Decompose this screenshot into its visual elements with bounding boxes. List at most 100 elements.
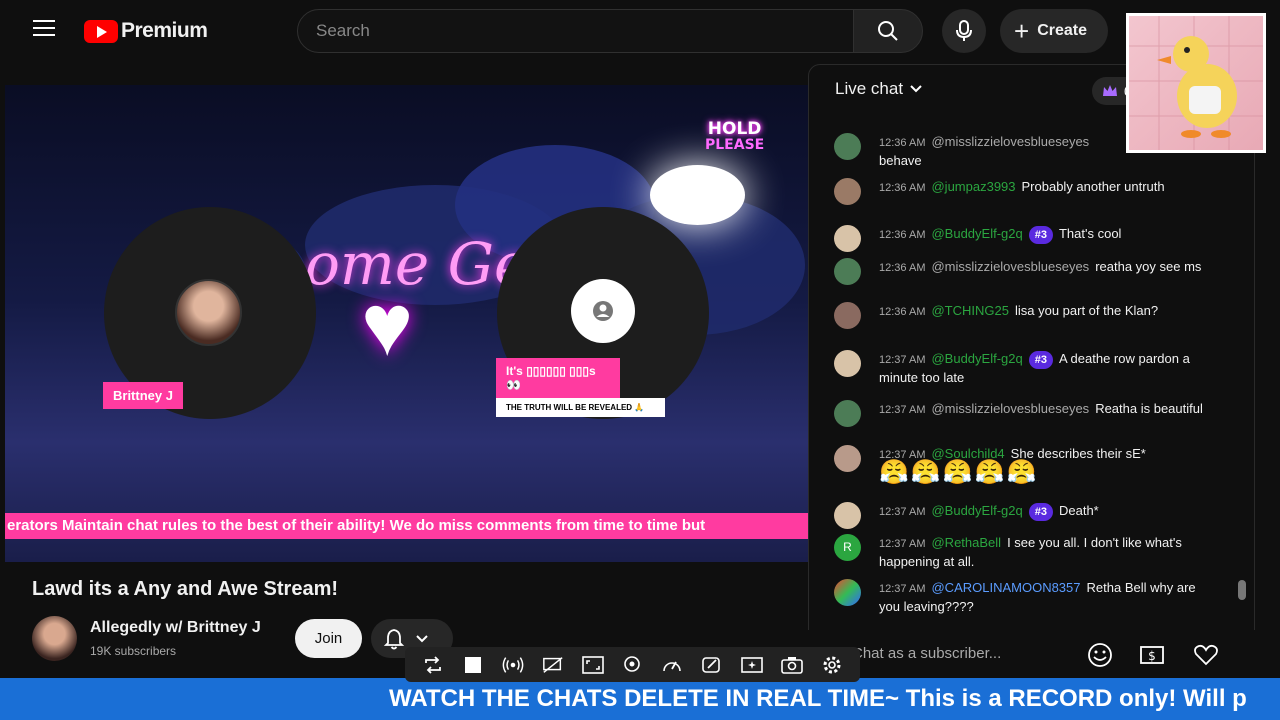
message-author[interactable]: @misslizzielovesblueseyes xyxy=(931,401,1089,416)
avatar xyxy=(834,178,861,205)
settings-gear-icon[interactable] xyxy=(821,654,843,676)
message-author[interactable]: @CAROLINAMOON8357 xyxy=(931,580,1080,595)
video-ticker: erators Maintain chat rules to the best … xyxy=(5,513,808,539)
chat-message: 12:37 AM @BuddyElf-g2q #3 A deathe row pard… xyxy=(834,350,1204,387)
super-chat-icon[interactable]: $ xyxy=(1139,642,1165,668)
chat-scrollbar[interactable] xyxy=(1238,580,1246,600)
chat-message: 12:37 AM @misslizzielovesblueseyes Reatha … xyxy=(834,400,1204,427)
message-author[interactable]: @jumpaz3993 xyxy=(931,179,1015,194)
member-badge: #3 xyxy=(1028,351,1053,369)
draw-icon[interactable] xyxy=(701,654,723,676)
message-time: 12:36 AM xyxy=(879,182,926,194)
top-bar: Premium Search + Create xyxy=(0,0,1280,64)
create-label: Create xyxy=(1037,22,1087,39)
recording-toolbar xyxy=(405,647,860,682)
message-author[interactable]: @BuddyElf-g2q xyxy=(931,351,1022,366)
chat-message: 12:36 AM @misslizzielovesblueseyes reatha … xyxy=(834,258,1204,285)
message-time: 12:37 AM xyxy=(879,538,926,550)
voice-search-button[interactable] xyxy=(942,9,986,53)
crown-icon xyxy=(1103,85,1117,96)
screen-off-icon[interactable] xyxy=(542,654,564,676)
live-chat-title: Live chat xyxy=(835,79,904,98)
message-author[interactable]: @BuddyElf-g2q xyxy=(931,503,1022,518)
emoji-icon[interactable] xyxy=(1087,642,1113,668)
fullscreen-icon[interactable] xyxy=(581,654,604,676)
join-button[interactable]: Join xyxy=(295,619,362,658)
bottom-ticker: WATCH THE CHATS DELETE IN REAL TIME~ Thi… xyxy=(0,678,1280,720)
chevron-down-icon xyxy=(416,634,428,642)
message-text: Death* xyxy=(1058,503,1099,518)
create-button[interactable]: + Create xyxy=(1000,9,1108,53)
message-text: Probably another untruth xyxy=(1021,179,1165,194)
chat-input-field[interactable]: Chat as a subscriber... xyxy=(852,645,1001,662)
broadcast-icon[interactable] xyxy=(502,654,524,676)
avatar xyxy=(834,133,861,160)
subscriber-count: 19K subscribers xyxy=(90,644,177,658)
message-time: 12:37 AM xyxy=(879,506,926,518)
logo-text: Premium xyxy=(121,19,208,42)
moon-graphic xyxy=(650,165,745,225)
hold-please-sign: HOLD PLEASE xyxy=(705,119,765,153)
avatar xyxy=(834,579,861,606)
search-input[interactable]: Search xyxy=(297,9,854,53)
chat-message: 12:36 AM @jumpaz3993 Probably another untr… xyxy=(834,178,1204,205)
youtube-logo[interactable]: Premium xyxy=(84,19,208,43)
youtube-play-icon xyxy=(84,19,118,43)
chevron-down-icon xyxy=(910,85,922,93)
avatar xyxy=(834,502,861,529)
message-time: 12:36 AM xyxy=(879,262,926,274)
plus-icon: + xyxy=(1014,16,1030,46)
host-avatar xyxy=(175,279,242,346)
camera-icon[interactable] xyxy=(781,654,803,676)
webcam-icon[interactable] xyxy=(621,654,643,676)
chat-message: R 12:37 AM @RethaBell I see you all. I don… xyxy=(834,534,1204,571)
chat-message: 12:37 AM @Soulchild4 She describes their s… xyxy=(834,445,1204,486)
message-text: reatha yoy see ms xyxy=(1095,259,1202,274)
message-author[interactable]: @RethaBell xyxy=(931,535,1001,550)
search-icon xyxy=(878,21,898,41)
message-text: Reatha is beautiful xyxy=(1095,401,1203,416)
message-time: 12:36 AM xyxy=(879,306,926,318)
chat-message: 12:37 AM @BuddyElf-g2q #3 Death* xyxy=(834,502,1204,529)
stop-icon[interactable] xyxy=(462,654,484,676)
avatar xyxy=(834,302,861,329)
message-author[interactable]: @misslizzielovesblueseyes xyxy=(931,259,1089,274)
message-author[interactable]: @BuddyElf-g2q xyxy=(931,226,1022,241)
heart-icon: ♥ xyxy=(361,275,414,374)
message-time: 12:36 AM xyxy=(879,137,926,149)
guest-subtitle: THE TRUTH WILL BE REVEALED 🙏 xyxy=(496,398,665,417)
chat-input-bar: Chat as a subscriber... $ xyxy=(808,630,1255,678)
emoji-row: 😤😤😤😤😤 xyxy=(879,459,1039,486)
message-text: That's cool xyxy=(1058,226,1122,241)
video-title: Lawd its a Any and Awe Stream! xyxy=(32,578,339,600)
menu-icon[interactable] xyxy=(33,20,55,38)
loop-icon[interactable] xyxy=(422,654,444,676)
channel-avatar[interactable] xyxy=(32,616,77,661)
message-time: 12:37 AM xyxy=(879,404,926,416)
message-time: 12:36 AM xyxy=(879,229,926,241)
avatar xyxy=(834,400,861,427)
duck-overlay-image xyxy=(1126,13,1266,153)
guest-placeholder-icon xyxy=(571,279,635,343)
avatar xyxy=(834,350,861,377)
avatar xyxy=(834,258,861,285)
message-author[interactable]: @TCHING25 xyxy=(931,303,1009,318)
message-author[interactable]: @misslizzielovesblueseyes xyxy=(931,134,1089,149)
bell-icon xyxy=(383,628,405,649)
microphone-icon xyxy=(956,20,972,41)
heart-icon[interactable] xyxy=(1193,642,1219,668)
speed-icon[interactable] xyxy=(661,654,683,676)
avatar xyxy=(834,225,861,252)
video-player[interactable]: HOLD PLEASE ome Get C ♥ Brittney J It's … xyxy=(5,85,808,562)
chat-message: 12:37 AM @CAROLINAMOON8357 Retha Bell why … xyxy=(834,579,1204,616)
message-text: lisa you part of the Klan? xyxy=(1014,303,1159,318)
member-badge: #3 xyxy=(1028,503,1053,521)
guest-name-tag: It's ▯▯▯▯▯▯ ▯▯▯s👀 xyxy=(496,358,620,398)
message-time: 12:37 AM xyxy=(879,583,926,595)
effects-icon[interactable] xyxy=(741,654,764,676)
member-badge: #3 xyxy=(1028,226,1053,244)
channel-name[interactable]: Allegedly w/ Brittney J xyxy=(90,619,261,637)
live-chat-header[interactable]: Live chat xyxy=(835,79,923,99)
chat-message: 12:36 AM @TCHING25 lisa you part of the Kl… xyxy=(834,302,1204,329)
search-button[interactable] xyxy=(853,9,923,53)
